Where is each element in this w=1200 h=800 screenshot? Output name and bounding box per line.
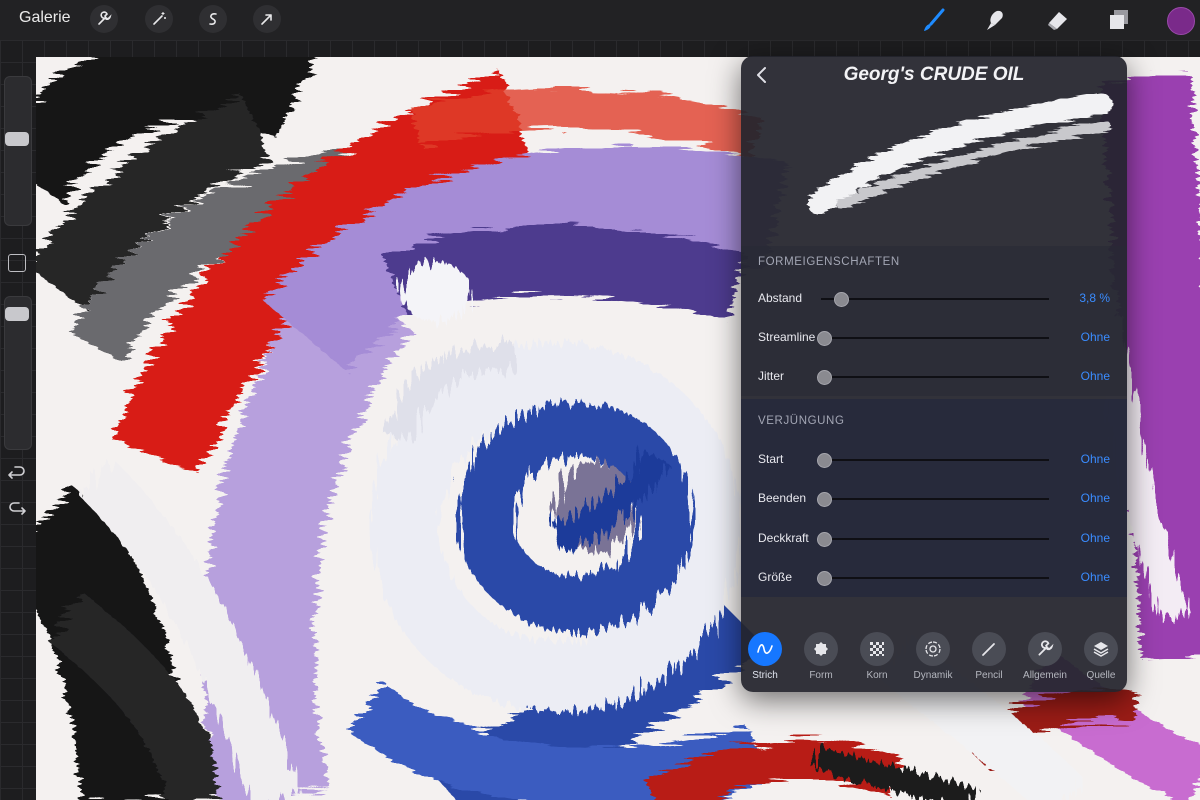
selection-button[interactable]	[199, 5, 227, 33]
tab-quelle[interactable]: Quelle	[1075, 632, 1127, 681]
magic-wand-icon	[153, 12, 166, 25]
setting-slider-track[interactable]	[821, 498, 1049, 500]
shape-properties-section: FORMEIGENSCHAFTEN Abstand 3,8 % Streamli…	[741, 246, 1127, 396]
top-toolbar: Galerie	[0, 0, 1200, 40]
tab-label: Dynamik	[913, 670, 953, 681]
setting-slider-track[interactable]	[821, 337, 1049, 339]
brush-opacity-slider-thumb[interactable]	[5, 307, 29, 322]
color-picker-button[interactable]	[1167, 7, 1195, 35]
tab-label: Allgemein	[1023, 670, 1067, 681]
setting-row-streamline[interactable]: Streamline Ohne	[741, 318, 1127, 357]
tab-label: Pencil	[975, 670, 1003, 681]
smudge-tool-button[interactable]	[980, 5, 1010, 35]
setting-value[interactable]: Ohne	[1081, 570, 1110, 584]
layers-button[interactable]	[1104, 5, 1134, 35]
undo-icon[interactable]	[6, 464, 28, 486]
actions-wrench-button[interactable]	[90, 5, 118, 33]
section-heading: VERJÜNGUNG	[758, 415, 845, 427]
tab-label: Form	[809, 670, 833, 681]
setting-label: Deckkraft	[758, 531, 809, 545]
setting-value[interactable]: Ohne	[1081, 452, 1110, 466]
setting-slider-knob[interactable]	[817, 370, 832, 385]
pencil-icon	[982, 643, 995, 656]
section-heading: FORMEIGENSCHAFTEN	[758, 256, 900, 268]
brush-size-slider[interactable]	[4, 76, 32, 226]
layers-icon	[1110, 10, 1128, 29]
tab-label: Quelle	[1086, 670, 1116, 681]
setting-value[interactable]: Ohne	[1081, 330, 1110, 344]
setting-label: Beenden	[758, 491, 807, 505]
tab-allgemein[interactable]: Allgemein	[1019, 632, 1071, 681]
eraser-icon	[1048, 12, 1067, 30]
setting-slider-track[interactable]	[821, 459, 1049, 461]
gallery-button[interactable]: Galerie	[19, 9, 71, 27]
setting-label: Jitter	[758, 369, 785, 383]
smudge-icon	[987, 10, 1003, 30]
shape-blob-icon	[814, 642, 828, 656]
setting-slider-track[interactable]	[821, 298, 1049, 300]
setting-slider-knob[interactable]	[817, 331, 832, 346]
eraser-tool-button[interactable]	[1043, 5, 1073, 35]
brush-icon	[924, 8, 945, 31]
setting-value[interactable]: Ohne	[1081, 491, 1110, 505]
setting-slider-knob[interactable]	[817, 492, 832, 507]
setting-value[interactable]: Ohne	[1081, 531, 1110, 545]
tab-korn[interactable]: Korn	[851, 632, 903, 681]
setting-slider-track[interactable]	[821, 376, 1049, 378]
wrench-icon	[1038, 640, 1054, 656]
setting-row-jitter[interactable]: Jitter Ohne	[741, 357, 1127, 396]
tab-pencil[interactable]: Pencil	[963, 632, 1015, 681]
setting-slider-knob[interactable]	[834, 292, 850, 307]
adjustments-button[interactable]	[145, 5, 173, 33]
setting-row-deckkraft[interactable]: Deckkraft Ohne	[741, 519, 1127, 558]
tab-label: Strich	[752, 670, 778, 681]
brush-size-slider-thumb[interactable]	[5, 132, 29, 147]
setting-label: Start	[758, 452, 784, 466]
setting-label: Abstand	[758, 291, 803, 305]
brush-settings-panel: Georg's CRUDE OIL FORMEIGENSCHAFTEN Abst…	[741, 56, 1127, 692]
tab-dynamik[interactable]: Dynamik	[907, 632, 959, 681]
setting-row-abstand[interactable]: Abstand 3,8 %	[741, 279, 1127, 318]
tab-form[interactable]: Form	[795, 632, 847, 681]
transform-arrow-icon	[261, 14, 272, 25]
redo-icon[interactable]	[6, 500, 28, 522]
setting-value[interactable]: Ohne	[1081, 369, 1110, 383]
setting-row-start[interactable]: Start Ohne	[741, 440, 1127, 479]
wrench-icon	[98, 11, 112, 25]
modify-square-icon[interactable]	[8, 254, 26, 272]
setting-slider-knob[interactable]	[817, 453, 832, 468]
tab-label: Korn	[866, 670, 888, 681]
grain-checker-icon	[870, 642, 884, 656]
taper-section: VERJÜNGUNG Start Ohne Beenden Ohne Deckk…	[741, 399, 1127, 597]
transform-button[interactable]	[253, 5, 281, 33]
setting-slider-knob[interactable]	[817, 571, 832, 586]
brush-tool-button[interactable]	[919, 5, 949, 35]
brush-name-title: Georg's CRUDE OIL	[843, 64, 1025, 85]
setting-slider-track[interactable]	[821, 538, 1049, 540]
setting-slider-track[interactable]	[821, 577, 1049, 579]
setting-label: Größe	[758, 570, 793, 584]
selection-icon	[209, 13, 217, 25]
setting-slider-knob[interactable]	[817, 532, 832, 547]
brush-stroke-preview	[808, 93, 1112, 215]
brush-category-tabs: Strich Form Korn Dynamik Pencil Allgemei…	[741, 626, 1127, 692]
setting-row-beenden[interactable]: Beenden Ohne	[741, 479, 1127, 518]
setting-value[interactable]: 3,8 %	[1079, 291, 1110, 305]
tab-strich[interactable]: Strich	[741, 632, 791, 681]
setting-row-groesse[interactable]: Größe Ohne	[741, 558, 1127, 597]
dynamics-swirl-icon	[925, 641, 941, 657]
setting-label: Streamline	[758, 330, 816, 344]
stack-icon	[1093, 642, 1109, 657]
stroke-wave-icon	[757, 644, 773, 654]
